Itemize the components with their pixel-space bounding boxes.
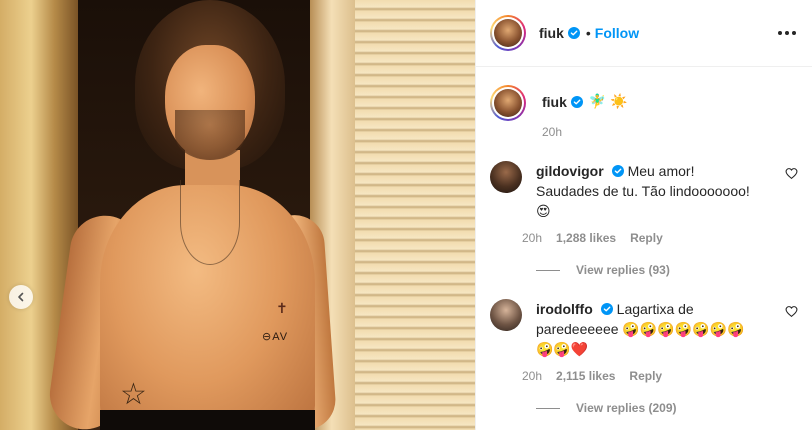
commenter-avatar[interactable] [490,299,522,331]
post-timestamp[interactable]: 20h [542,125,798,139]
comment-likes[interactable]: 2,115 likes [556,369,615,383]
person-figure: ☆ ✝ ⊖AV [45,0,338,430]
post-header: fiuk • Follow [476,0,812,67]
heart-outline-icon[interactable] [785,305,798,318]
view-replies-label: View replies (93) [576,263,670,277]
view-replies-button[interactable]: View replies (93) [536,263,798,277]
comment-time[interactable]: 20h [522,369,542,383]
verified-badge-icon [570,95,583,108]
comment-text-block: gildovigor Meu amor! Saudades de tu. Tão… [536,161,758,221]
comment-time[interactable]: 20h [522,231,542,245]
verified-badge-icon [600,303,613,315]
heart-outline-icon[interactable] [785,167,798,180]
comment-text-block: irodolffo Lagartixa de paredeeeeee 🤪🤪🤪🤪🤪… [536,299,758,359]
view-replies-label: View replies (209) [576,401,677,415]
post-photo[interactable]: ☆ ✝ ⊖AV [0,0,475,430]
comment-likes[interactable]: 1,288 likes [556,231,616,245]
tattoo-cross: ✝ [276,300,288,316]
tattoo-star: ☆ [120,378,147,411]
more-options-icon[interactable] [776,25,798,41]
author-avatar[interactable] [490,15,526,51]
comment-meta: 20h 1,288 likes Reply [522,231,758,245]
chevron-left-icon [18,292,24,302]
author-avatar-image [494,19,522,47]
author-username[interactable]: fiuk [539,25,564,41]
window-shutter [355,0,475,430]
replies-line [536,269,560,271]
caption-text: 🧚‍♂️ ☀️ [588,93,628,109]
necklace [180,180,240,265]
reply-button[interactable]: Reply [630,231,663,245]
replies-line [536,407,560,409]
instagram-post: ☆ ✝ ⊖AV fiuk • Follow [0,0,812,430]
commenter-username[interactable]: irodolffo [536,301,593,317]
reply-button[interactable]: Reply [629,369,662,383]
comment-item: irodolffo Lagartixa de paredeeeeee 🤪🤪🤪🤪🤪… [490,299,798,383]
post-sidebar: fiuk • Follow fiuk [475,0,812,430]
follow-button[interactable]: Follow [595,25,639,41]
verified-badge-icon [567,27,580,39]
comment-item: gildovigor Meu amor! Saudades de tu. Tão… [490,161,798,245]
tattoo-text: ⊖AV [262,331,289,343]
comment-meta: 20h 2,115 likes Reply [522,369,758,383]
verified-badge-icon [611,165,624,177]
person-beard [175,110,245,160]
caption: fiuk 🧚‍♂️ ☀️ 20h [490,85,798,139]
comments-section: fiuk 🧚‍♂️ ☀️ 20h gildovigor [476,67,812,430]
view-replies-button[interactable]: View replies (209) [536,401,798,415]
caption-author-avatar[interactable] [490,85,526,121]
carousel-prev-button[interactable] [9,285,33,309]
commenter-username[interactable]: gildovigor [536,163,604,179]
commenter-avatar[interactable] [490,161,522,193]
shorts [100,410,315,430]
caption-username[interactable]: fiuk [542,94,567,110]
separator-dot: • [585,25,591,41]
